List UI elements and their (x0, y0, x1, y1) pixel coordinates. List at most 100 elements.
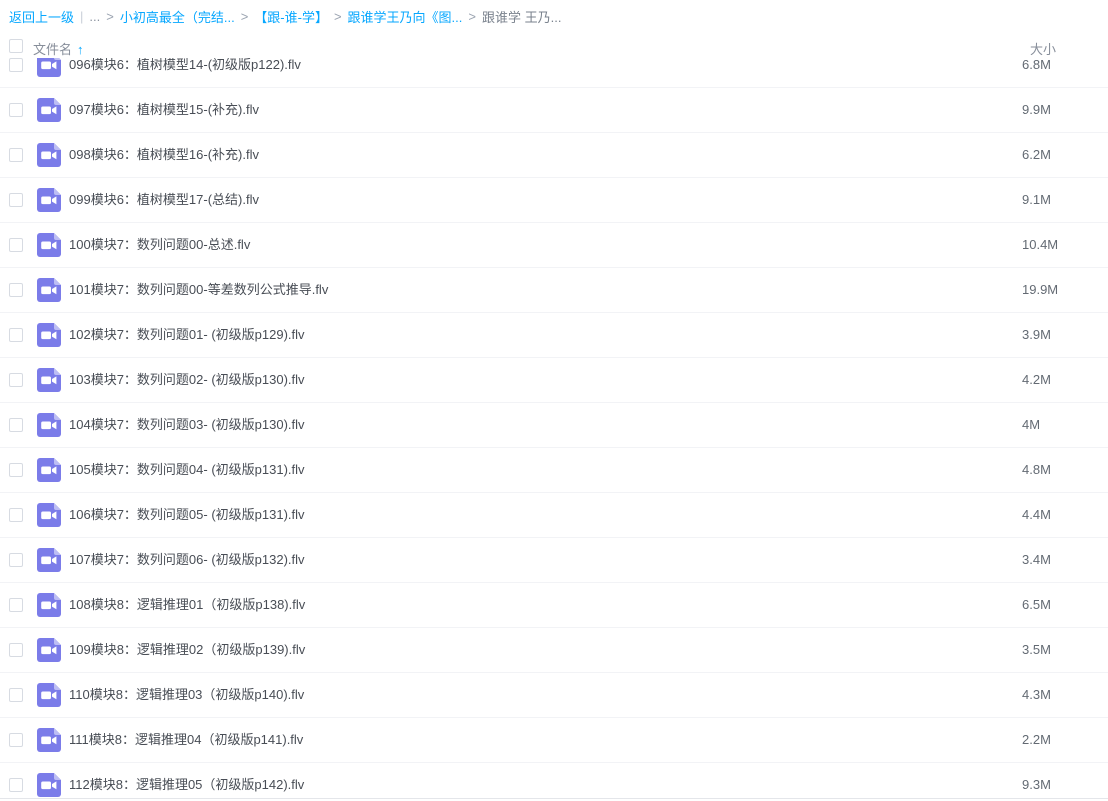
file-name[interactable]: 110模块8：逻辑推理03（初级版p140).flv (69, 673, 304, 717)
file-name[interactable]: 108模块8：逻辑推理01（初级版p138).flv (69, 583, 305, 627)
row-checkbox[interactable] (9, 733, 23, 747)
breadcrumb-link-3[interactable]: 跟谁学王乃向《图... (348, 7, 463, 26)
file-row[interactable]: 102模块7：数列问题01- (初级版p129).flv 3.9M (0, 313, 1108, 358)
file-row[interactable]: 106模块7：数列问题05- (初级版p131).flv 4.4M (0, 493, 1108, 538)
breadcrumb-ellipsis[interactable]: ... (89, 9, 100, 24)
file-row[interactable]: 107模块7：数列问题06- (初级版p132).flv 3.4M (0, 538, 1108, 583)
breadcrumb-link-1[interactable]: 小初高最全（完结... (120, 7, 235, 26)
file-row[interactable]: 105模块7：数列问题04- (初级版p131).flv 4.8M (0, 448, 1108, 493)
row-checkbox[interactable] (9, 328, 23, 342)
row-checkbox[interactable] (9, 148, 23, 162)
breadcrumb-pipe-divider: | (80, 9, 83, 24)
file-row[interactable]: 099模块6：植树模型17-(总结).flv 9.1M (0, 178, 1108, 223)
file-size: 4.3M (1022, 673, 1051, 717)
video-file-icon (36, 457, 62, 483)
video-file-icon (36, 772, 62, 798)
file-size: 10.4M (1022, 223, 1058, 267)
breadcrumb-back-link[interactable]: 返回上一级 (9, 7, 74, 26)
video-file-icon (36, 367, 62, 393)
video-file-icon (36, 682, 62, 708)
file-size: 2.2M (1022, 718, 1051, 762)
file-name[interactable]: 098模块6：植树模型16-(补充).flv (69, 133, 259, 177)
breadcrumb-separator: > (241, 9, 249, 24)
file-size: 9.3M (1022, 763, 1051, 801)
file-name[interactable]: 097模块6：植树模型15-(补充).flv (69, 88, 259, 132)
breadcrumb-separator: > (334, 9, 342, 24)
file-list-viewport[interactable]: 096模块6：植树模型14-(初级版p122).flv 6.8M 097模块6：… (0, 58, 1108, 801)
file-row[interactable]: 101模块7：数列问题00-等差数列公式推导.flv 19.9M (0, 268, 1108, 313)
file-row[interactable]: 098模块6：植树模型16-(补充).flv 6.2M (0, 133, 1108, 178)
row-checkbox[interactable] (9, 553, 23, 567)
video-file-icon (36, 97, 62, 123)
file-row[interactable]: 100模块7：数列问题00-总述.flv 10.4M (0, 223, 1108, 268)
file-name[interactable]: 111模块8：逻辑推理04（初级版p141).flv (69, 718, 303, 762)
file-name[interactable]: 107模块7：数列问题06- (初级版p132).flv (69, 538, 305, 582)
file-size: 19.9M (1022, 268, 1058, 312)
video-file-icon (36, 142, 62, 168)
filename-column-label: 文件名 (33, 42, 72, 57)
video-file-icon (36, 232, 62, 258)
select-all-checkbox[interactable] (9, 39, 23, 53)
video-file-icon (36, 592, 62, 618)
file-row[interactable]: 112模块8：逻辑推理05（初级版p142).flv 9.3M (0, 763, 1108, 801)
file-size: 6.8M (1022, 58, 1051, 87)
file-name[interactable]: 100模块7：数列问题00-总述.flv (69, 223, 250, 267)
video-file-icon (36, 727, 62, 753)
video-file-icon (36, 502, 62, 528)
breadcrumb-link-2[interactable]: 【跟-谁-学】 (254, 7, 328, 26)
file-size: 4.8M (1022, 448, 1051, 492)
file-row[interactable]: 108模块8：逻辑推理01（初级版p138).flv 6.5M (0, 583, 1108, 628)
row-checkbox[interactable] (9, 598, 23, 612)
breadcrumb: 返回上一级 | ... > 小初高最全（完结... > 【跟-谁-学】 > 跟谁… (0, 0, 1108, 33)
row-checkbox[interactable] (9, 508, 23, 522)
file-name[interactable]: 104模块7：数列问题03- (初级版p130).flv (69, 403, 305, 447)
row-checkbox[interactable] (9, 463, 23, 477)
video-file-icon (36, 547, 62, 573)
file-row[interactable]: 110模块8：逻辑推理03（初级版p140).flv 4.3M (0, 673, 1108, 718)
file-row[interactable]: 104模块7：数列问题03- (初级版p130).flv 4M (0, 403, 1108, 448)
size-column-label: 大小 (1030, 39, 1056, 58)
file-size: 3.4M (1022, 538, 1051, 582)
file-list: 096模块6：植树模型14-(初级版p122).flv 6.8M 097模块6：… (0, 58, 1108, 801)
row-checkbox[interactable] (9, 418, 23, 432)
breadcrumb-separator: > (468, 9, 476, 24)
file-manager-page: 返回上一级 | ... > 小初高最全（完结... > 【跟-谁-学】 > 跟谁… (0, 0, 1108, 801)
video-file-icon (36, 322, 62, 348)
row-checkbox[interactable] (9, 283, 23, 297)
video-file-icon (36, 412, 62, 438)
file-size: 3.9M (1022, 313, 1051, 357)
row-checkbox[interactable] (9, 373, 23, 387)
filename-column-sort[interactable]: 文件名↑ (33, 39, 84, 58)
row-checkbox[interactable] (9, 643, 23, 657)
file-row[interactable]: 096模块6：植树模型14-(初级版p122).flv 6.8M (0, 58, 1108, 88)
file-size: 9.9M (1022, 88, 1051, 132)
breadcrumb-separator: > (106, 9, 114, 24)
video-file-icon (36, 637, 62, 663)
file-size: 4M (1022, 403, 1040, 447)
video-file-icon (36, 277, 62, 303)
row-checkbox[interactable] (9, 778, 23, 792)
row-checkbox[interactable] (9, 58, 23, 72)
file-name[interactable]: 101模块7：数列问题00-等差数列公式推导.flv (69, 268, 328, 312)
file-name[interactable]: 112模块8：逻辑推理05（初级版p142).flv (69, 763, 304, 801)
file-size: 4.2M (1022, 358, 1051, 402)
file-name[interactable]: 096模块6：植树模型14-(初级版p122).flv (69, 58, 301, 87)
row-checkbox[interactable] (9, 238, 23, 252)
file-name[interactable]: 099模块6：植树模型17-(总结).flv (69, 178, 259, 222)
file-row[interactable]: 097模块6：植树模型15-(补充).flv 9.9M (0, 88, 1108, 133)
row-checkbox[interactable] (9, 193, 23, 207)
file-size: 9.1M (1022, 178, 1051, 222)
video-file-icon (36, 187, 62, 213)
file-name[interactable]: 109模块8：逻辑推理02（初级版p139).flv (69, 628, 305, 672)
row-checkbox[interactable] (9, 103, 23, 117)
file-name[interactable]: 103模块7：数列问题02- (初级版p130).flv (69, 358, 305, 402)
file-name[interactable]: 106模块7：数列问题05- (初级版p131).flv (69, 493, 305, 537)
breadcrumb-current-folder: 跟谁学 王乃... (482, 7, 561, 26)
file-name[interactable]: 102模块7：数列问题01- (初级版p129).flv (69, 313, 305, 357)
row-checkbox[interactable] (9, 688, 23, 702)
file-name[interactable]: 105模块7：数列问题04- (初级版p131).flv (69, 448, 305, 492)
file-row[interactable]: 103模块7：数列问题02- (初级版p130).flv 4.2M (0, 358, 1108, 403)
file-row[interactable]: 111模块8：逻辑推理04（初级版p141).flv 2.2M (0, 718, 1108, 763)
video-file-icon (36, 58, 62, 78)
file-row[interactable]: 109模块8：逻辑推理02（初级版p139).flv 3.5M (0, 628, 1108, 673)
